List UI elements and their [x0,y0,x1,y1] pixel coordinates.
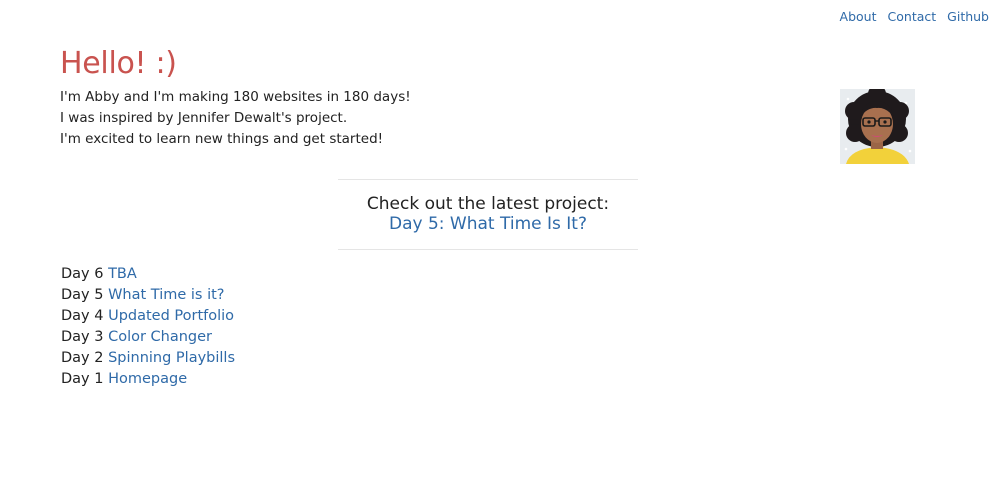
list-item: Day 1 Homepage [61,369,235,390]
list-item: Day 3 Color Changer [61,327,235,348]
day-label: Day 5 [61,287,104,303]
intro-line: I was inspired by Jennifer Dewalt's proj… [60,110,348,126]
day-label: Day 1 [61,371,104,387]
page-title: Hello! :) [60,46,177,81]
list-item: Day 6 TBA [61,264,235,285]
project-link[interactable]: Updated Portfolio [108,308,234,324]
top-nav: About Contact Github [840,9,989,24]
list-item: Day 5 What Time is it? [61,285,235,306]
intro-text: I'm Abby and I'm making 180 websites in … [60,87,411,150]
latest-project-link[interactable]: Day 5: What Time Is It? [389,214,587,234]
project-list: Day 6 TBA Day 5 What Time is it? Day 4 U… [61,264,235,390]
day-label: Day 2 [61,350,104,366]
list-item: Day 2 Spinning Playbills [61,348,235,369]
project-link[interactable]: Color Changer [108,329,212,345]
nav-link-about[interactable]: About [840,9,877,24]
day-label: Day 4 [61,308,104,324]
latest-project: Check out the latest project: Day 5: Wha… [338,179,638,250]
nav-link-github[interactable]: Github [947,9,989,24]
project-link[interactable]: Homepage [108,371,187,387]
avatar-illustration [840,89,915,164]
latest-project-heading: Check out the latest project: [366,194,610,214]
nav-link-contact[interactable]: Contact [888,9,937,24]
project-link[interactable]: What Time is it? [108,287,224,303]
day-label: Day 6 [61,266,104,282]
intro-line: I'm Abby and I'm making 180 websites in … [60,89,411,105]
intro-line: I'm excited to learn new things and get … [60,131,384,147]
project-link[interactable]: TBA [108,266,137,282]
day-label: Day 3 [61,329,104,345]
project-link[interactable]: Spinning Playbills [108,350,235,366]
list-item: Day 4 Updated Portfolio [61,306,235,327]
avatar [840,89,915,164]
